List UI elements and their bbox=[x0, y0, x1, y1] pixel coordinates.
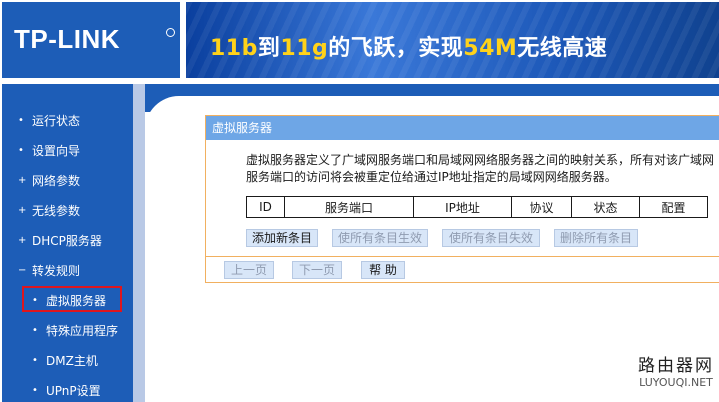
watermark-cn: 路由器网 bbox=[638, 356, 714, 376]
next-page-button[interactable]: 下一页 bbox=[292, 261, 342, 279]
expand-icon: + bbox=[18, 235, 27, 246]
enable-all-button[interactable]: 使所有条目生效 bbox=[332, 229, 428, 247]
sidebar-item-label: 运行状态 bbox=[32, 114, 81, 128]
column-header-config: 配置 bbox=[639, 196, 708, 218]
prev-page-button[interactable]: 上一页 bbox=[224, 261, 274, 279]
sidebar-item-label: 特殊应用程序 bbox=[46, 324, 119, 338]
disable-all-button[interactable]: 使所有条目失效 bbox=[442, 229, 540, 247]
bullet-icon: • bbox=[18, 115, 24, 126]
help-button[interactable]: 帮 助 bbox=[361, 261, 405, 279]
panel-title: 虚拟服务器 bbox=[206, 116, 719, 140]
virtual-server-table: ID 服务端口 IP地址 协议 状态 配置 bbox=[246, 196, 708, 218]
column-header-id: ID bbox=[246, 196, 285, 218]
description-line: 服务端口的访问将会被重定位给通过IP地址指定的局域网网络服务器。 bbox=[246, 170, 617, 184]
sidebar-item-setup-wizard[interactable]: • 设置向导 bbox=[2, 140, 132, 162]
header: TP-LINK 11b到11g的飞跃，实现54M无线高速 bbox=[0, 0, 719, 82]
add-entry-button[interactable]: 添加新条目 bbox=[246, 229, 318, 247]
panel-divider bbox=[206, 256, 719, 257]
watermark: 路由器网 LUYOUQI.NET bbox=[636, 356, 716, 390]
sidebar-item-label: 网络参数 bbox=[32, 174, 81, 188]
sidebar-item-status[interactable]: • 运行状态 bbox=[2, 110, 132, 132]
registered-icon bbox=[166, 28, 175, 37]
banner-part: 54M bbox=[463, 36, 518, 61]
logo-text: TP-LINK bbox=[14, 24, 121, 54]
column-header-status: 状态 bbox=[571, 196, 640, 218]
banner-part: 无线高速 bbox=[517, 36, 608, 61]
sidebar: • 运行状态 • 设置向导 + 网络参数 + 无线参数 + DHCP服务器 − … bbox=[2, 84, 145, 402]
column-header-service-port: 服务端口 bbox=[284, 196, 414, 218]
sidebar-item-label: UPnP设置 bbox=[46, 384, 101, 398]
banner-part: 11g bbox=[280, 36, 329, 61]
sidebar-item-label: 转发规则 bbox=[32, 264, 81, 278]
table-header-row: ID 服务端口 IP地址 协议 状态 配置 bbox=[246, 196, 708, 218]
sidebar-item-label: 设置向导 bbox=[32, 144, 81, 158]
banner-part: 到 bbox=[257, 36, 281, 61]
banner-part: 11b bbox=[210, 36, 258, 61]
sidebar-item-dhcp[interactable]: + DHCP服务器 bbox=[2, 230, 132, 252]
description-line: 虚拟服务器定义了广域网服务端口和局域网网络服务器之间的映射关系，所有对该广域网 bbox=[246, 153, 715, 167]
bullet-icon: • bbox=[32, 355, 38, 366]
column-header-protocol: 协议 bbox=[511, 196, 572, 218]
sidebar-item-upnp[interactable]: • UPnP设置 bbox=[2, 380, 132, 402]
expand-icon: + bbox=[18, 205, 27, 216]
selection-highlight-box bbox=[22, 286, 122, 312]
sidebar-item-label: DHCP服务器 bbox=[32, 234, 102, 248]
sidebar-item-special-apps[interactable]: • 特殊应用程序 bbox=[2, 320, 132, 342]
sidebar-item-label: DMZ主机 bbox=[46, 354, 98, 368]
bullet-icon: • bbox=[32, 385, 38, 396]
sidebar-item-dmz[interactable]: • DMZ主机 bbox=[2, 350, 132, 372]
sidebar-scroll-edge bbox=[133, 84, 145, 402]
delete-all-button[interactable]: 删除所有条目 bbox=[554, 229, 638, 247]
expand-icon: + bbox=[18, 175, 27, 186]
banner-part: 的飞跃，实现 bbox=[328, 36, 464, 61]
banner: 11b到11g的飞跃，实现54M无线高速 bbox=[186, 2, 719, 78]
banner-slogan: 11b到11g的飞跃，实现54M无线高速 bbox=[210, 30, 607, 62]
bullet-icon: • bbox=[18, 145, 24, 156]
sidebar-item-wireless[interactable]: + 无线参数 bbox=[2, 200, 132, 222]
logo: TP-LINK bbox=[2, 2, 180, 78]
sidebar-item-forwarding[interactable]: − 转发规则 bbox=[2, 260, 132, 282]
sidebar-item-label: 无线参数 bbox=[32, 204, 81, 218]
column-header-ip-address: IP地址 bbox=[413, 196, 512, 218]
panel-description: 虚拟服务器定义了广域网服务端口和局域网网络服务器之间的映射关系，所有对该广域网 … bbox=[246, 152, 718, 186]
bullet-icon: • bbox=[32, 325, 38, 336]
virtual-server-panel: 虚拟服务器 虚拟服务器定义了广域网服务端口和局域网网络服务器之间的映射关系，所有… bbox=[205, 115, 719, 283]
watermark-en: LUYOUQI.NET bbox=[639, 376, 713, 389]
sidebar-item-network[interactable]: + 网络参数 bbox=[2, 170, 132, 192]
collapse-icon: − bbox=[18, 265, 27, 276]
